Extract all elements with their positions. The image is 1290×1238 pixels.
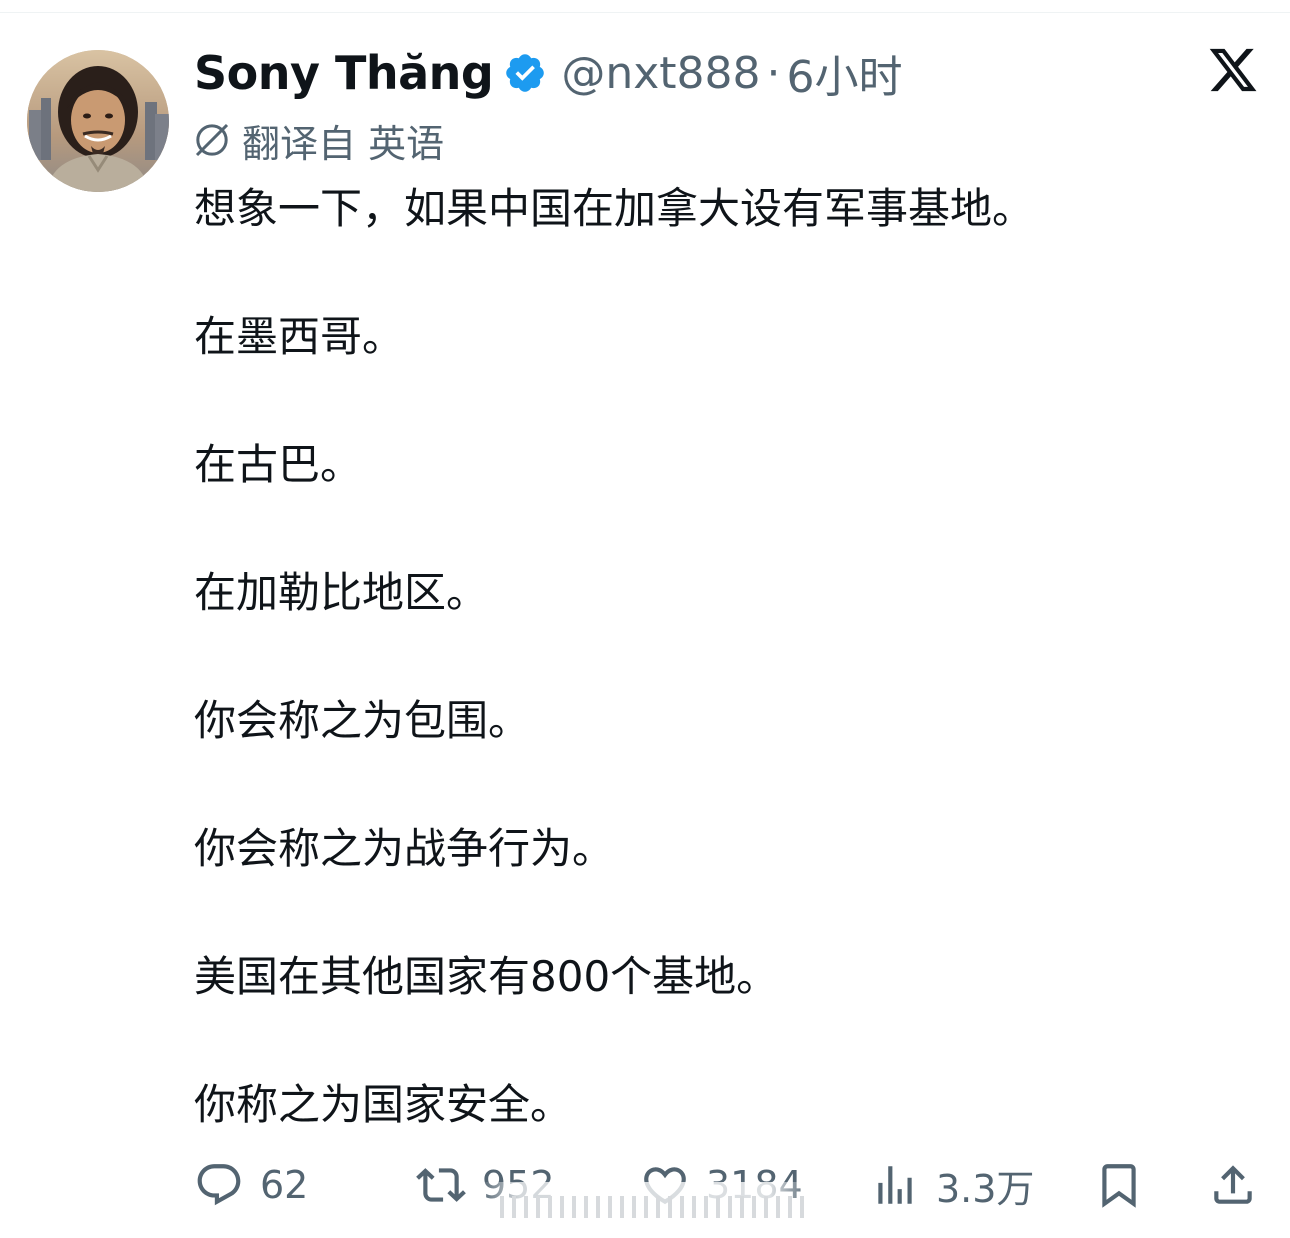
tweet-text: 想象一下，如果中国在加拿大设有军事基地。 在墨西哥。 在古巴。 在加勒比地区。 … <box>194 181 1244 1133</box>
share-icon <box>1214 1165 1252 1204</box>
reply-count: 62 <box>260 1163 309 1207</box>
avatar-image <box>27 50 169 192</box>
separator-dot: · <box>766 47 781 99</box>
verified-badge-icon[interactable] <box>503 51 547 95</box>
tweet-line: 你会称之为包围。 <box>194 696 531 745</box>
tweet-line: 想象一下，如果中国在加拿大设有军事基地。 <box>194 184 1035 233</box>
avatar[interactable] <box>27 50 169 192</box>
views-button[interactable]: 3.3万 <box>870 1150 1034 1220</box>
reply-icon <box>197 1164 241 1206</box>
tweet-header: Sony Thăng @nxt888 · 6小时 <box>194 40 903 106</box>
views-count: 3.3万 <box>936 1166 1035 1211</box>
translation-label: 翻译自 英语 <box>242 121 445 166</box>
tweet-line: 在加勒比地区。 <box>194 568 489 617</box>
tweet-timestamp[interactable]: 6小时 <box>787 41 903 105</box>
retweet-icon <box>416 1168 466 1202</box>
tweet-line: 你称之为国家安全。 <box>194 1080 573 1129</box>
tweet-card: Sony Thăng @nxt888 · 6小时 翻译自 英语 想象一下，如果中… <box>0 0 1290 1238</box>
translation-notice[interactable]: 翻译自 英语 <box>192 112 444 168</box>
bookmark-button[interactable] <box>1094 1150 1144 1220</box>
views-icon <box>878 1166 912 1204</box>
watermark-bars <box>500 1196 804 1218</box>
author-display-name[interactable]: Sony Thăng <box>194 46 494 100</box>
translate-globe-icon <box>195 123 229 157</box>
divider <box>0 12 1290 13</box>
tweet-line: 你会称之为战争行为。 <box>194 824 615 873</box>
x-logo-icon[interactable] <box>1206 44 1260 96</box>
tweet-line: 在墨西哥。 <box>194 312 405 361</box>
tweet-line: 美国在其他国家有800个基地。 <box>194 952 779 1001</box>
tweet-line: 在古巴。 <box>194 440 363 489</box>
share-button[interactable] <box>1208 1150 1258 1220</box>
reply-button[interactable]: 62 <box>194 1150 308 1220</box>
author-handle[interactable]: @nxt888 <box>561 48 760 99</box>
bookmark-icon <box>1102 1164 1136 1208</box>
